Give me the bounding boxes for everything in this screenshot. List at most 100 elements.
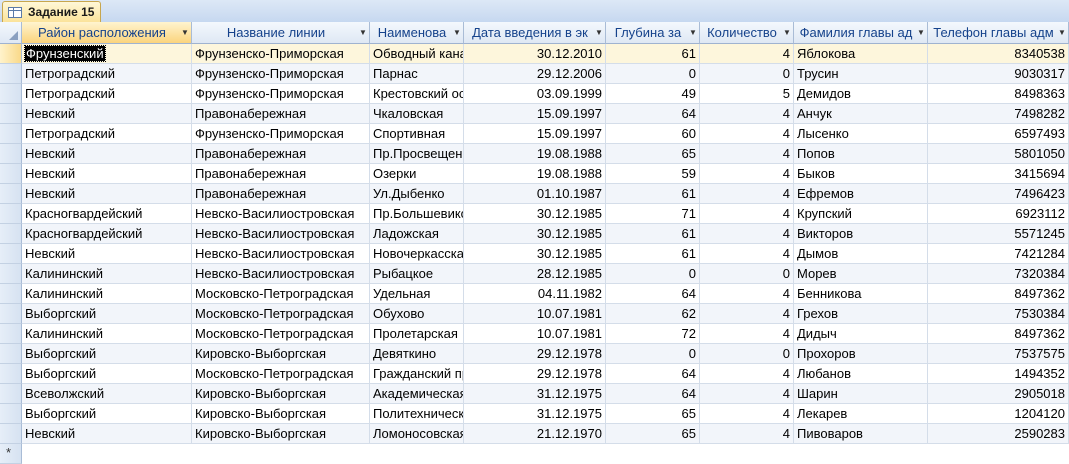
row-selector[interactable] (0, 184, 22, 204)
cell-surname[interactable]: Анчук (794, 104, 928, 124)
cell-surname[interactable]: Ефремов (794, 184, 928, 204)
row-selector[interactable] (0, 224, 22, 244)
row-selector[interactable] (0, 284, 22, 304)
row-selector[interactable] (0, 64, 22, 84)
cell-surname[interactable]: Трусин (794, 64, 928, 84)
cell-liniya[interactable]: Правонабережная (192, 164, 370, 184)
cell-station[interactable]: Гражданский проспект (370, 364, 464, 384)
cell-surname[interactable]: Грехов (794, 304, 928, 324)
cell-phone[interactable]: 8340538 (928, 44, 1069, 64)
cell-count[interactable]: 4 (700, 124, 794, 144)
cell-rayon[interactable]: Красногвардейский (22, 204, 192, 224)
cell-depth[interactable]: 72 (606, 324, 700, 344)
tab-zadanie-15[interactable]: Задание 15 (2, 1, 101, 22)
cell-station[interactable]: Озерки (370, 164, 464, 184)
row-selector[interactable] (0, 264, 22, 284)
cell-phone[interactable]: 5571245 (928, 224, 1069, 244)
cell-phone[interactable]: 3415694 (928, 164, 1069, 184)
cell-station[interactable]: Обводный канал (370, 44, 464, 64)
cell-liniya[interactable]: Московско-Петроградская (192, 304, 370, 324)
cell-phone[interactable]: 6597493 (928, 124, 1069, 144)
cell-phone[interactable]: 2590283 (928, 424, 1069, 444)
column-header-glubina[interactable]: Глубина за ▼ (606, 22, 700, 44)
cell-rayon[interactable]: Невский (22, 104, 192, 124)
cell-rayon[interactable]: Невский (22, 184, 192, 204)
dropdown-arrow-icon[interactable]: ▼ (357, 28, 369, 37)
cell-station[interactable]: Пр.Просвещения (370, 144, 464, 164)
cell-date[interactable]: 28.12.1985 (464, 264, 606, 284)
cell-station[interactable]: Пр.Большевиков (370, 204, 464, 224)
cell-phone[interactable]: 2905018 (928, 384, 1069, 404)
cell-liniya[interactable]: Невско-Василиостровская (192, 204, 370, 224)
cell-rayon[interactable]: Калининский (22, 284, 192, 304)
cell-depth[interactable]: 49 (606, 84, 700, 104)
cell-liniya[interactable]: Невско-Василиостровская (192, 244, 370, 264)
cell-count[interactable]: 4 (700, 404, 794, 424)
cell-count[interactable]: 4 (700, 364, 794, 384)
cell-count[interactable]: 4 (700, 44, 794, 64)
cell-station[interactable]: Крестовский остров (370, 84, 464, 104)
cell-liniya[interactable]: Московско-Петроградская (192, 284, 370, 304)
cell-phone[interactable]: 7421284 (928, 244, 1069, 264)
cell-phone[interactable]: 7320384 (928, 264, 1069, 284)
row-selector[interactable] (0, 364, 22, 384)
cell-station[interactable]: Ладожская (370, 224, 464, 244)
cell-depth[interactable]: 0 (606, 64, 700, 84)
cell-depth[interactable]: 61 (606, 224, 700, 244)
cell-rayon[interactable]: Петроградский (22, 64, 192, 84)
cell-surname[interactable]: Пивоваров (794, 424, 928, 444)
cell-depth[interactable]: 65 (606, 424, 700, 444)
cell-liniya[interactable]: Невско-Василиостровская (192, 264, 370, 284)
cell-surname[interactable]: Любанов (794, 364, 928, 384)
cell-rayon[interactable]: Невский (22, 424, 192, 444)
cell-surname[interactable]: Крупский (794, 204, 928, 224)
cell-liniya[interactable]: Московско-Петроградская (192, 324, 370, 344)
cell-date[interactable]: 15.09.1997 (464, 104, 606, 124)
cell-count[interactable]: 4 (700, 244, 794, 264)
cell-rayon[interactable]: Фрунзенский (22, 44, 192, 64)
cell-surname[interactable]: Морев (794, 264, 928, 284)
cell-depth[interactable]: 61 (606, 244, 700, 264)
cell-rayon[interactable]: Петроградский (22, 124, 192, 144)
cell-depth[interactable]: 65 (606, 144, 700, 164)
cell-date[interactable]: 19.08.1988 (464, 144, 606, 164)
cell-phone[interactable]: 7498282 (928, 104, 1069, 124)
cell-count[interactable]: 4 (700, 104, 794, 124)
cell-count[interactable]: 0 (700, 64, 794, 84)
cell-count[interactable]: 0 (700, 264, 794, 284)
cell-depth[interactable]: 62 (606, 304, 700, 324)
cell-station[interactable]: Ломоносовская (370, 424, 464, 444)
cell-count[interactable]: 4 (700, 224, 794, 244)
cell-liniya[interactable]: Кировско-Выборгская (192, 384, 370, 404)
cell-phone[interactable]: 1204120 (928, 404, 1069, 424)
cell-surname[interactable]: Шарин (794, 384, 928, 404)
cell-phone[interactable]: 8497362 (928, 324, 1069, 344)
cell-liniya[interactable]: Невско-Василиостровская (192, 224, 370, 244)
cell-rayon[interactable]: Красногвардейский (22, 224, 192, 244)
cell-rayon[interactable]: Калининский (22, 324, 192, 344)
cell-station[interactable]: Спортивная (370, 124, 464, 144)
cell-depth[interactable]: 61 (606, 44, 700, 64)
cell-surname[interactable]: Прохоров (794, 344, 928, 364)
cell-surname[interactable]: Викторов (794, 224, 928, 244)
cell-date[interactable]: 01.10.1987 (464, 184, 606, 204)
row-selector[interactable] (0, 124, 22, 144)
cell-rayon[interactable]: Выборгский (22, 304, 192, 324)
cell-date[interactable]: 10.07.1981 (464, 304, 606, 324)
cell-liniya[interactable]: Московско-Петроградская (192, 364, 370, 384)
cell-date[interactable]: 03.09.1999 (464, 84, 606, 104)
cell-surname[interactable]: Попов (794, 144, 928, 164)
dropdown-arrow-icon[interactable]: ▼ (179, 28, 191, 37)
row-selector[interactable] (0, 144, 22, 164)
dropdown-arrow-icon[interactable]: ▼ (451, 28, 463, 37)
cell-rayon[interactable]: Невский (22, 244, 192, 264)
column-header-telefon[interactable]: Телефон главы адм ▼ (928, 22, 1069, 44)
cell-phone[interactable]: 8498363 (928, 84, 1069, 104)
cell-rayon[interactable]: Невский (22, 164, 192, 184)
row-selector[interactable] (0, 404, 22, 424)
cell-phone[interactable]: 6923112 (928, 204, 1069, 224)
cell-rayon[interactable]: Всеволжский (22, 384, 192, 404)
cell-rayon[interactable]: Выборгский (22, 364, 192, 384)
cell-phone[interactable]: 5801050 (928, 144, 1069, 164)
row-selector[interactable] (0, 164, 22, 184)
